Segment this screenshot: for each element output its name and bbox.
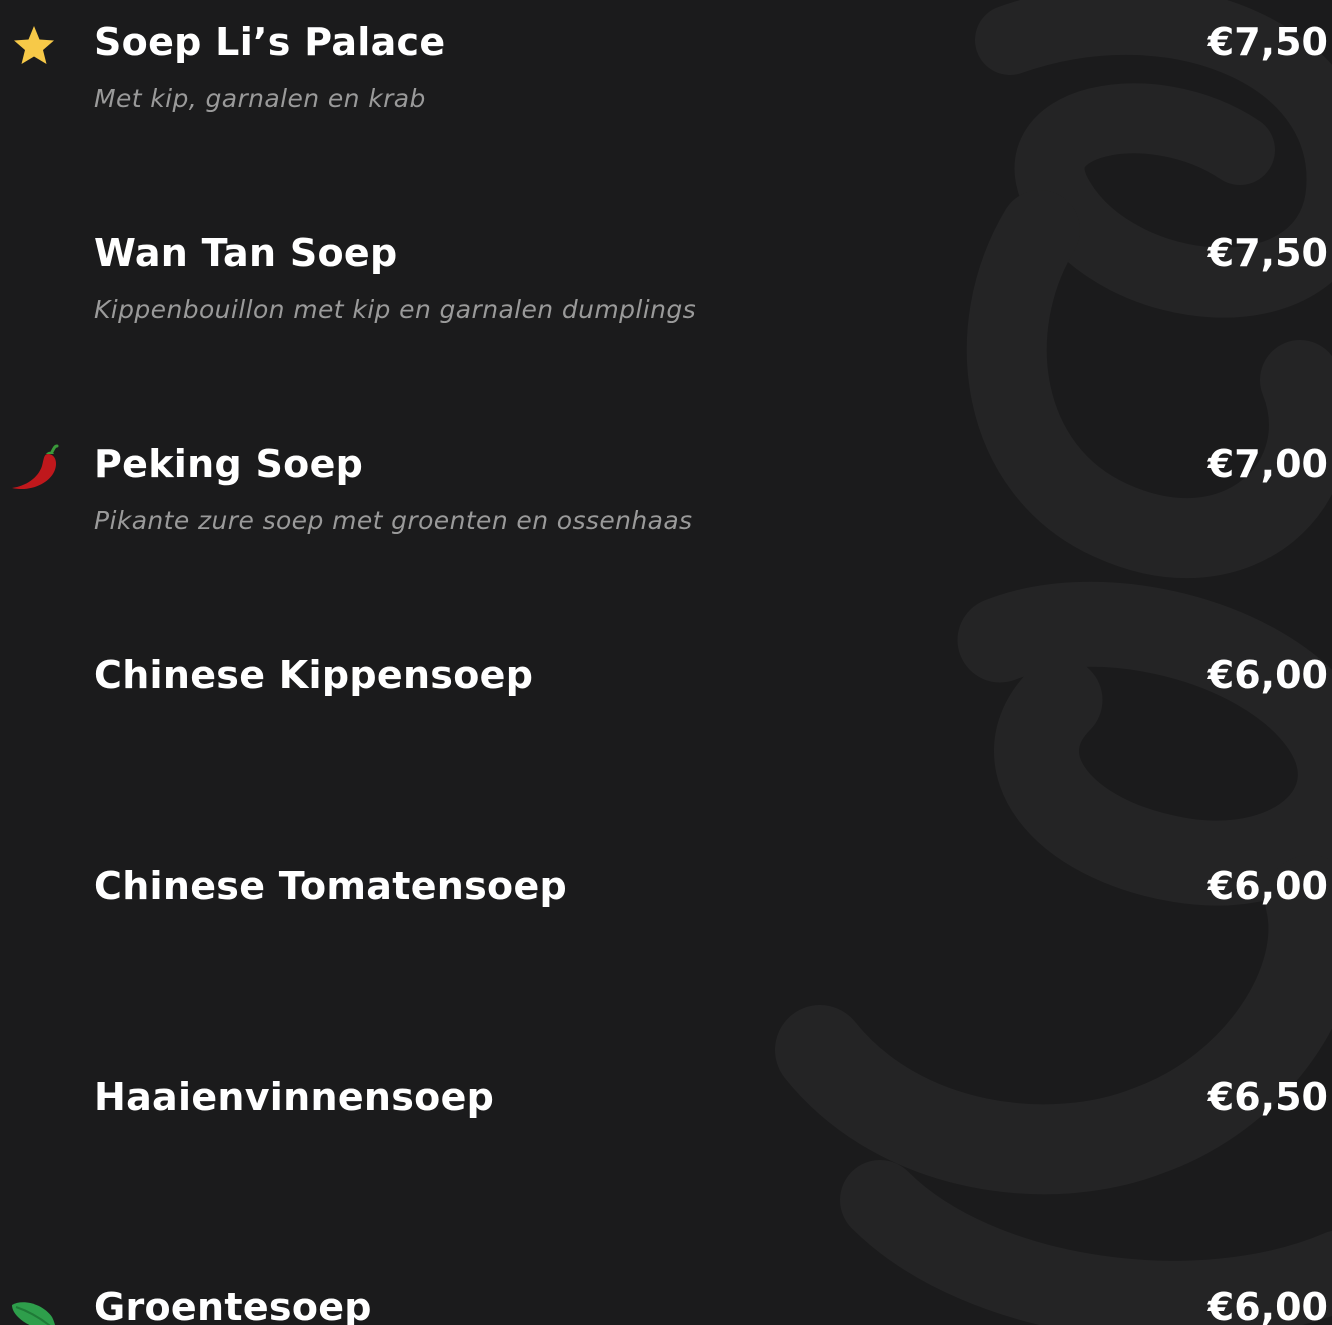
menu-item-price: €7,00 [1207,442,1328,486]
menu-item-price: €6,50 [1207,1075,1328,1119]
menu-item-price: €6,00 [1207,1285,1328,1325]
leaf-icon [8,1285,60,1325]
soup-menu-list: Soep Li’s Palace Met kip, garnalen en kr… [0,0,1332,1325]
menu-item-price: €7,50 [1207,20,1328,64]
menu-item-name: Peking Soep [94,442,364,486]
menu-item-description: Kippenbouillon met kip en garnalen dumpl… [94,295,697,324]
menu-item-price: €6,00 [1207,653,1328,697]
menu-item: Peking Soep Pikante zure soep met groent… [0,430,1332,550]
menu-item-name: Wan Tan Soep [94,231,398,275]
menu-item: Groentesoep €6,00 [0,1273,1332,1325]
menu-item-description: Pikante zure soep met groenten en ossenh… [94,506,693,535]
menu-item-name: Chinese Kippensoep [94,653,534,697]
menu-item: Wan Tan Soep Kippenbouillon met kip en g… [0,219,1332,339]
star-icon [8,20,60,72]
menu-item: Haaienvinnensoep €6,50 [0,1063,1332,1183]
menu-item-name: Groentesoep [94,1285,372,1325]
menu-item-price: €6,00 [1207,864,1328,908]
menu-item: Soep Li’s Palace Met kip, garnalen en kr… [0,8,1332,128]
menu-item-name: Haaienvinnensoep [94,1075,495,1119]
menu-item-description: Met kip, garnalen en krab [94,84,426,113]
menu-item-name: Chinese Tomatensoep [94,864,568,908]
menu-item-name: Soep Li’s Palace [94,20,446,64]
menu-item: Chinese Kippensoep €6,00 [0,641,1332,761]
menu-item-price: €7,50 [1207,231,1328,275]
chili-pepper-icon [8,442,60,494]
menu-item: Chinese Tomatensoep €6,00 [0,852,1332,972]
